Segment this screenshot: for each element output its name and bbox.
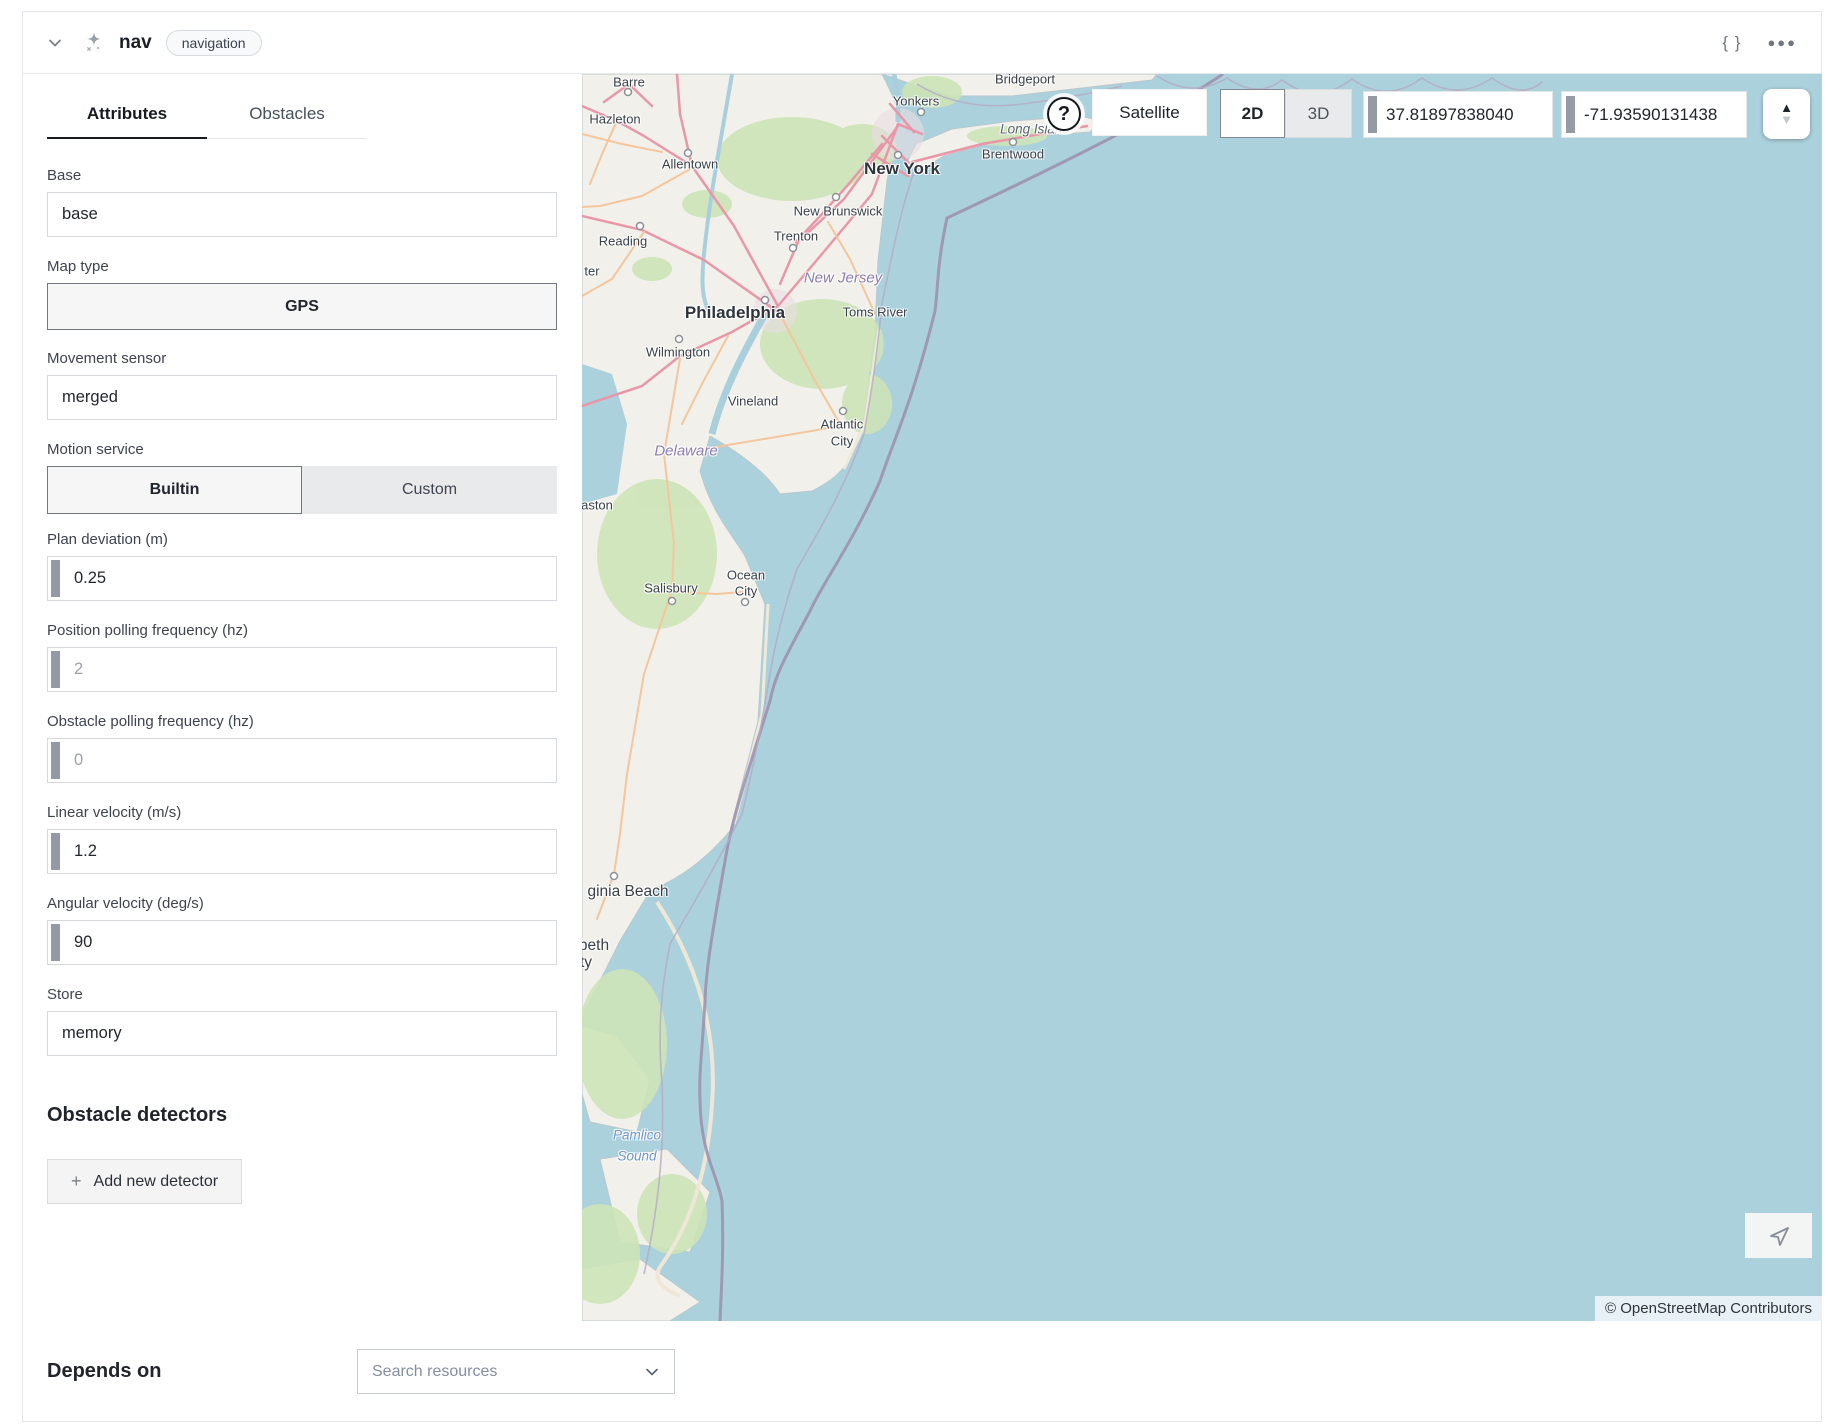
navigation-service-sparkles-icon <box>81 30 107 56</box>
map-label: New York <box>864 159 940 179</box>
map-label: ter <box>584 264 599 279</box>
latitude-field <box>1363 91 1553 138</box>
mode-3d-button[interactable]: 3D <box>1285 89 1352 138</box>
linear-velocity-label: Linear velocity (m/s) <box>47 804 557 821</box>
map-label: Barre <box>613 75 645 90</box>
motion-service-segmented: Builtin Custom <box>47 466 557 514</box>
depends-on-placeholder: Search resources <box>372 1363 497 1381</box>
map-label: aston <box>582 498 613 513</box>
map-canvas[interactable]: Barre Hazleton Allentown Readingter Philadel… <box>582 74 1822 1321</box>
map-label: Vineland <box>728 394 778 409</box>
angular-velocity-field <box>47 920 557 965</box>
map-label: Hazleton <box>589 112 640 127</box>
base-label: Base <box>47 167 557 184</box>
map-attribution: © OpenStreetMap Contributors <box>1595 1296 1822 1321</box>
resource-title: nav <box>119 32 152 54</box>
config-panel: Attributes Obstacles Base Map type GPS M… <box>23 74 582 1321</box>
map-label: Toms River <box>842 305 907 320</box>
longitude-input[interactable] <box>1562 92 1746 137</box>
depends-on-select[interactable]: Search resources <box>357 1349 675 1394</box>
attributes-form: Base Map type GPS Movement sensor Motion… <box>47 167 557 1204</box>
store-field <box>47 1011 557 1056</box>
map-label: Allentown <box>662 157 718 172</box>
map-label: Wilmington <box>646 345 710 360</box>
nav-service-card: nav navigation { } ●●● Attributes Obstac… <box>22 11 1822 1422</box>
linear-velocity-input[interactable] <box>48 830 556 873</box>
obstacle-polling-field <box>47 738 557 783</box>
stepper-down-icon: ▼ <box>1780 114 1793 126</box>
map-label: Salisbury <box>644 581 697 596</box>
map-label: Bridgeport <box>995 74 1055 87</box>
locate-button[interactable] <box>1745 1213 1812 1258</box>
obstacle-detectors-heading: Obstacle detectors <box>47 1104 557 1127</box>
position-polling-label: Position polling frequency (hz) <box>47 622 557 639</box>
depends-on-section: Depends on Search resources <box>23 1321 1821 1422</box>
latitude-input[interactable] <box>1364 92 1552 137</box>
tab-bar: Attributes Obstacles <box>47 104 367 139</box>
tab-obstacles[interactable]: Obstacles <box>207 104 367 138</box>
collapse-chevron-down-icon[interactable] <box>47 33 67 53</box>
motion-service-builtin-option[interactable]: Builtin <box>47 466 302 514</box>
map-label: Philadelphia <box>685 303 785 323</box>
resource-type-badge: navigation <box>166 30 262 56</box>
map-label: Delaware <box>654 443 717 460</box>
zoom-stepper[interactable]: ▲ ▼ <box>1763 89 1810 139</box>
mode-2d-button[interactable]: 2D <box>1220 89 1285 138</box>
satellite-button[interactable]: Satellite <box>1092 89 1207 136</box>
position-polling-input[interactable] <box>48 648 556 691</box>
movement-sensor-field <box>47 375 557 420</box>
map-label: New Brunswick <box>794 204 883 219</box>
longitude-field <box>1561 91 1747 138</box>
map-label: Atlantic <box>821 417 864 432</box>
map-label: ty <box>582 954 592 972</box>
card-header: nav navigation { } ●●● <box>23 12 1821 74</box>
position-polling-field <box>47 647 557 692</box>
plan-deviation-input[interactable] <box>48 557 556 600</box>
angular-velocity-label: Angular velocity (deg/s) <box>47 895 557 912</box>
plan-deviation-label: Plan deviation (m) <box>47 531 557 548</box>
map-label: Pamlico <box>613 1128 661 1143</box>
map-label: Yonkers <box>893 94 940 109</box>
map-label: City <box>831 434 853 449</box>
more-menu-icon[interactable]: ●●● <box>1767 35 1797 50</box>
map-label: Brentwood <box>982 147 1044 162</box>
map-label: New Jersey <box>804 270 882 287</box>
add-new-detector-button[interactable]: + Add new detector <box>47 1159 242 1204</box>
obstacle-polling-input[interactable] <box>48 739 556 782</box>
map-labels-layer: Barre Hazleton Allentown Readingter Philadel… <box>582 74 1822 1321</box>
map-type-label: Map type <box>47 258 557 275</box>
movement-sensor-input[interactable] <box>48 376 556 419</box>
help-icon[interactable]: ? <box>1047 97 1081 131</box>
base-field <box>47 192 557 237</box>
store-input[interactable] <box>48 1012 556 1055</box>
obstacle-polling-label: Obstacle polling frequency (hz) <box>47 713 557 730</box>
plus-icon: + <box>71 1171 82 1192</box>
map-type-gps-button[interactable]: GPS <box>47 283 557 330</box>
depends-on-heading: Depends on <box>47 1360 357 1383</box>
tab-attributes[interactable]: Attributes <box>47 104 207 139</box>
base-input[interactable] <box>48 193 556 236</box>
map-label: City <box>735 584 757 599</box>
map-label: Sound <box>617 1149 656 1164</box>
map-label: Reading <box>599 234 647 249</box>
json-braces-icon[interactable]: { } <box>1722 33 1741 53</box>
motion-service-label: Motion service <box>47 441 557 458</box>
plan-deviation-field <box>47 556 557 601</box>
add-new-detector-label: Add new detector <box>94 1173 219 1191</box>
store-label: Store <box>47 986 557 1003</box>
map-label: Trenton <box>774 229 818 244</box>
movement-sensor-label: Movement sensor <box>47 350 557 367</box>
map-label: ginia Beach <box>587 883 668 901</box>
angular-velocity-input[interactable] <box>48 921 556 964</box>
paper-plane-icon <box>1767 1224 1791 1248</box>
map-label: Ocean <box>727 568 765 583</box>
chevron-down-icon <box>644 1364 660 1380</box>
motion-service-custom-option[interactable]: Custom <box>302 466 557 514</box>
map-label: beth <box>582 937 609 955</box>
linear-velocity-field <box>47 829 557 874</box>
page: nav navigation { } ●●● Attributes Obstac… <box>0 0 1844 1428</box>
